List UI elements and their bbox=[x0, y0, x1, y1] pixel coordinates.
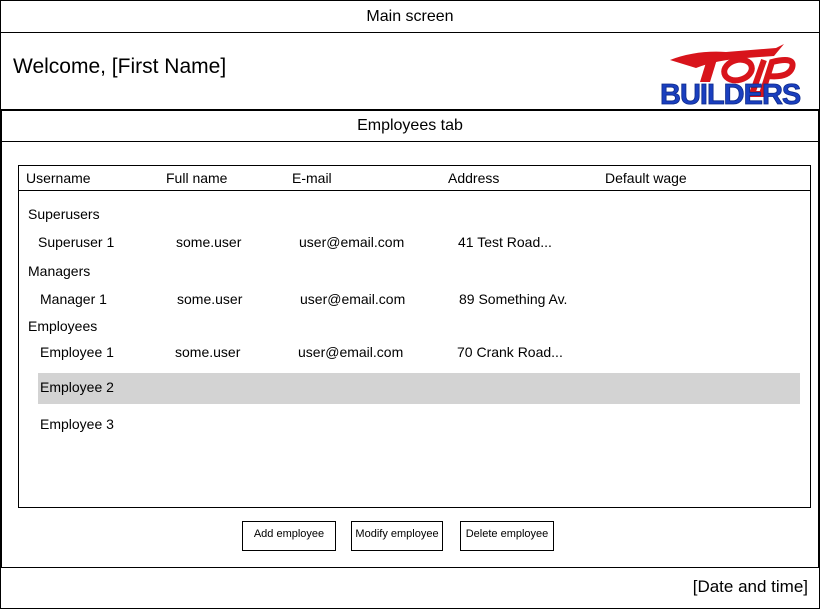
table-row-username[interactable]: Superuser 1 bbox=[38, 234, 114, 250]
table-row-address: 41 Test Road... bbox=[458, 234, 552, 250]
table-row-address: 70 Crank Road... bbox=[457, 344, 563, 360]
table-row-fullname: some.user bbox=[175, 344, 241, 360]
group-superusers: Superusers bbox=[28, 206, 100, 222]
table-row-email: user@email.com bbox=[300, 291, 406, 307]
table-row-username[interactable]: Manager 1 bbox=[40, 291, 107, 307]
date-time-display: [Date and time] bbox=[692, 577, 808, 596]
window-title: Main screen bbox=[0, 0, 820, 33]
modify-employee-button[interactable]: Modify employee bbox=[351, 521, 443, 551]
table-row-fullname: some.user bbox=[177, 291, 243, 307]
employees-table bbox=[18, 165, 811, 508]
column-header-email[interactable]: E-mail bbox=[292, 170, 332, 186]
table-row-fullname: some.user bbox=[176, 234, 242, 250]
tab-employees[interactable]: Employees tab bbox=[1, 110, 819, 142]
top-builders-logo: BUILDERS bbox=[660, 44, 802, 108]
table-row-username[interactable]: Employee 3 bbox=[40, 416, 114, 432]
column-header-default-wage[interactable]: Default wage bbox=[605, 170, 687, 186]
column-header-fullname[interactable]: Full name bbox=[166, 170, 227, 186]
column-header-address[interactable]: Address bbox=[448, 170, 499, 186]
add-employee-button[interactable]: Add employee bbox=[242, 521, 336, 551]
welcome-text: Welcome, [First Name] bbox=[13, 55, 227, 78]
table-row-username[interactable]: Employee 1 bbox=[40, 344, 114, 360]
column-header-username[interactable]: Username bbox=[26, 170, 91, 186]
table-row-email: user@email.com bbox=[299, 234, 405, 250]
group-managers: Managers bbox=[28, 263, 91, 279]
group-employees: Employees bbox=[28, 318, 98, 334]
table-row-selected[interactable] bbox=[38, 373, 800, 404]
table-header-divider bbox=[18, 190, 811, 191]
table-row-username[interactable]: Employee 2 bbox=[40, 379, 114, 395]
delete-employee-button[interactable]: Delete employee bbox=[460, 521, 554, 551]
table-row-email: user@email.com bbox=[298, 344, 404, 360]
table-row-address: 89 Something Av. bbox=[459, 291, 568, 307]
svg-text:BUILDERS: BUILDERS bbox=[660, 79, 801, 108]
